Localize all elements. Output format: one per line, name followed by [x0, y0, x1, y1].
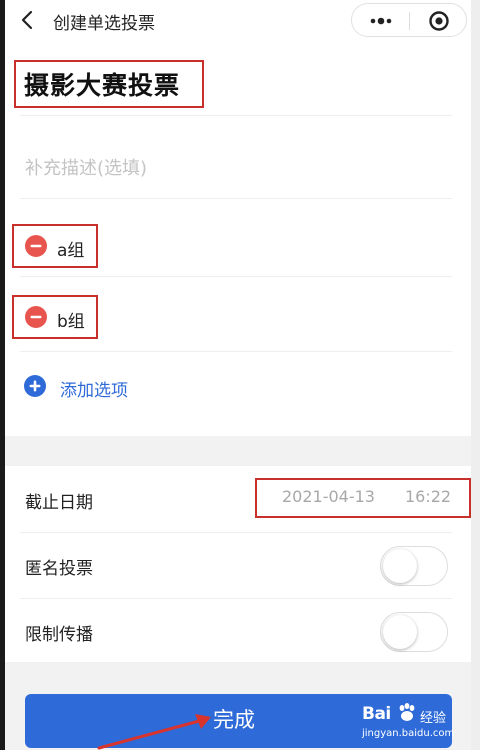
mini-program-capsule [351, 3, 467, 37]
divider [20, 115, 452, 116]
deadline-label: 截止日期 [25, 493, 93, 513]
deadline-time-picker[interactable]: 16:22 [405, 487, 451, 506]
capsule-divider [409, 12, 410, 30]
section-gap [5, 436, 471, 466]
remove-option-a-icon[interactable] [25, 235, 47, 257]
frame-edge-right [471, 0, 480, 750]
page-title: 创建单选投票 [53, 14, 155, 34]
option-b-input[interactable]: b组 [57, 307, 85, 332]
done-button-label: 完成 [213, 708, 255, 732]
annotation-arrow-icon [97, 714, 211, 750]
restrict-sharing-label: 限制传播 [25, 625, 93, 645]
divider [20, 276, 452, 277]
divider [20, 598, 452, 599]
back-arrow-icon[interactable] [18, 8, 38, 32]
description-input[interactable]: 补充描述(选填) [25, 154, 147, 180]
add-option-button[interactable]: 添加选项 [60, 376, 128, 401]
anonymous-label: 匿名投票 [25, 559, 93, 579]
watermark-url: jingyan.baidu.com [362, 728, 455, 739]
frame-edge-left [0, 0, 5, 750]
watermark-brand: Bai [362, 704, 391, 724]
watermark-suffix: 经验 [420, 711, 447, 726]
divider [20, 532, 452, 533]
option-a-input[interactable]: a组 [57, 236, 84, 261]
nav-header: 创建单选投票 [5, 0, 471, 44]
vote-title-input[interactable]: 摄影大赛投票 [24, 66, 180, 102]
remove-option-b-icon[interactable] [25, 306, 47, 328]
more-icon[interactable] [366, 13, 396, 29]
anonymous-toggle[interactable] [380, 546, 448, 586]
restrict-sharing-toggle[interactable] [380, 612, 448, 652]
divider [20, 198, 452, 199]
toggle-knob [383, 549, 417, 583]
deadline-date-picker[interactable]: 2021-04-13 [282, 487, 375, 506]
toggle-knob [383, 615, 417, 649]
add-option-icon[interactable] [24, 375, 46, 397]
close-target-icon[interactable] [428, 10, 450, 32]
paw-logo-icon [399, 703, 415, 721]
divider [20, 351, 452, 352]
